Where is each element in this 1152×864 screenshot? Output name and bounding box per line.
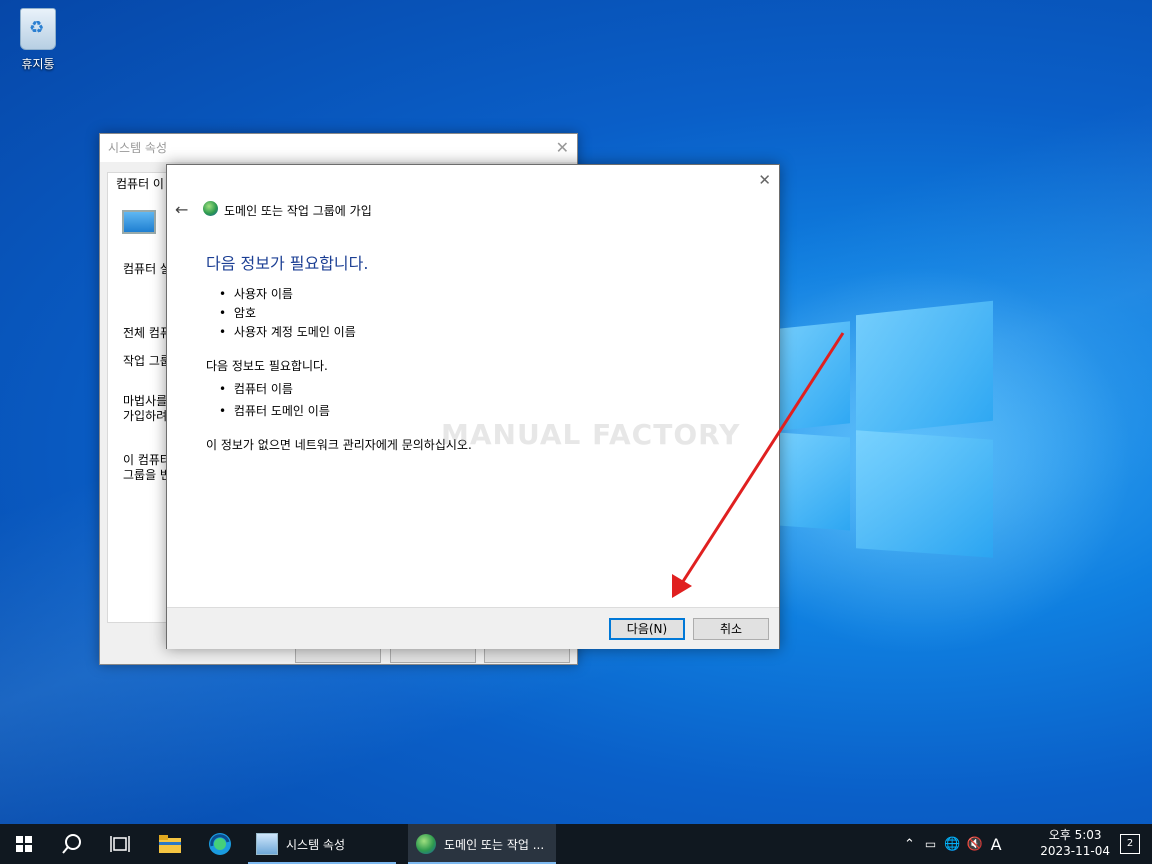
system-tray: ⌃ ▭ 🌐 🔇 A: [904, 824, 1002, 864]
search-icon: [62, 834, 81, 854]
annotation-arrow: [672, 332, 845, 598]
task-view-icon: [110, 836, 130, 852]
show-hidden-icons-chevron-icon[interactable]: ⌃: [904, 837, 915, 852]
volume-muted-icon[interactable]: 🔇: [966, 837, 982, 852]
edge-button[interactable]: [196, 824, 244, 864]
search-button[interactable]: [48, 824, 96, 864]
notification-center-icon[interactable]: 2: [1120, 834, 1140, 854]
globe-icon: [416, 834, 436, 854]
edge-browser-icon: [209, 833, 231, 855]
file-explorer-button[interactable]: [148, 824, 192, 864]
network-globe-icon[interactable]: 🌐: [944, 837, 960, 852]
clock-date: 2023-11-04: [1040, 844, 1110, 858]
taskbar-app-label: 도메인 또는 작업 ...: [444, 837, 545, 852]
input-method-indicator[interactable]: A: [991, 835, 1002, 854]
taskbar: 시스템 속성 도메인 또는 작업 ... ⌃ ▭ 🌐 🔇 A 오후 5:03 2…: [0, 824, 1152, 864]
start-button[interactable]: [0, 824, 48, 864]
system-properties-icon: [256, 833, 278, 855]
taskbar-app-system-properties[interactable]: 시스템 속성: [248, 824, 396, 864]
taskbar-app-label: 시스템 속성: [286, 837, 346, 852]
clock-time: 오후 5:03: [1048, 828, 1102, 842]
notification-count: 2: [1126, 838, 1134, 849]
clock[interactable]: 오후 5:03 2023-11-04: [1040, 827, 1110, 859]
battery-icon[interactable]: ▭: [925, 837, 936, 851]
windows-start-icon: [16, 836, 32, 852]
folder-icon: [159, 835, 181, 853]
task-view-button[interactable]: [96, 824, 144, 864]
taskbar-app-join-domain[interactable]: 도메인 또는 작업 ...: [408, 824, 556, 864]
